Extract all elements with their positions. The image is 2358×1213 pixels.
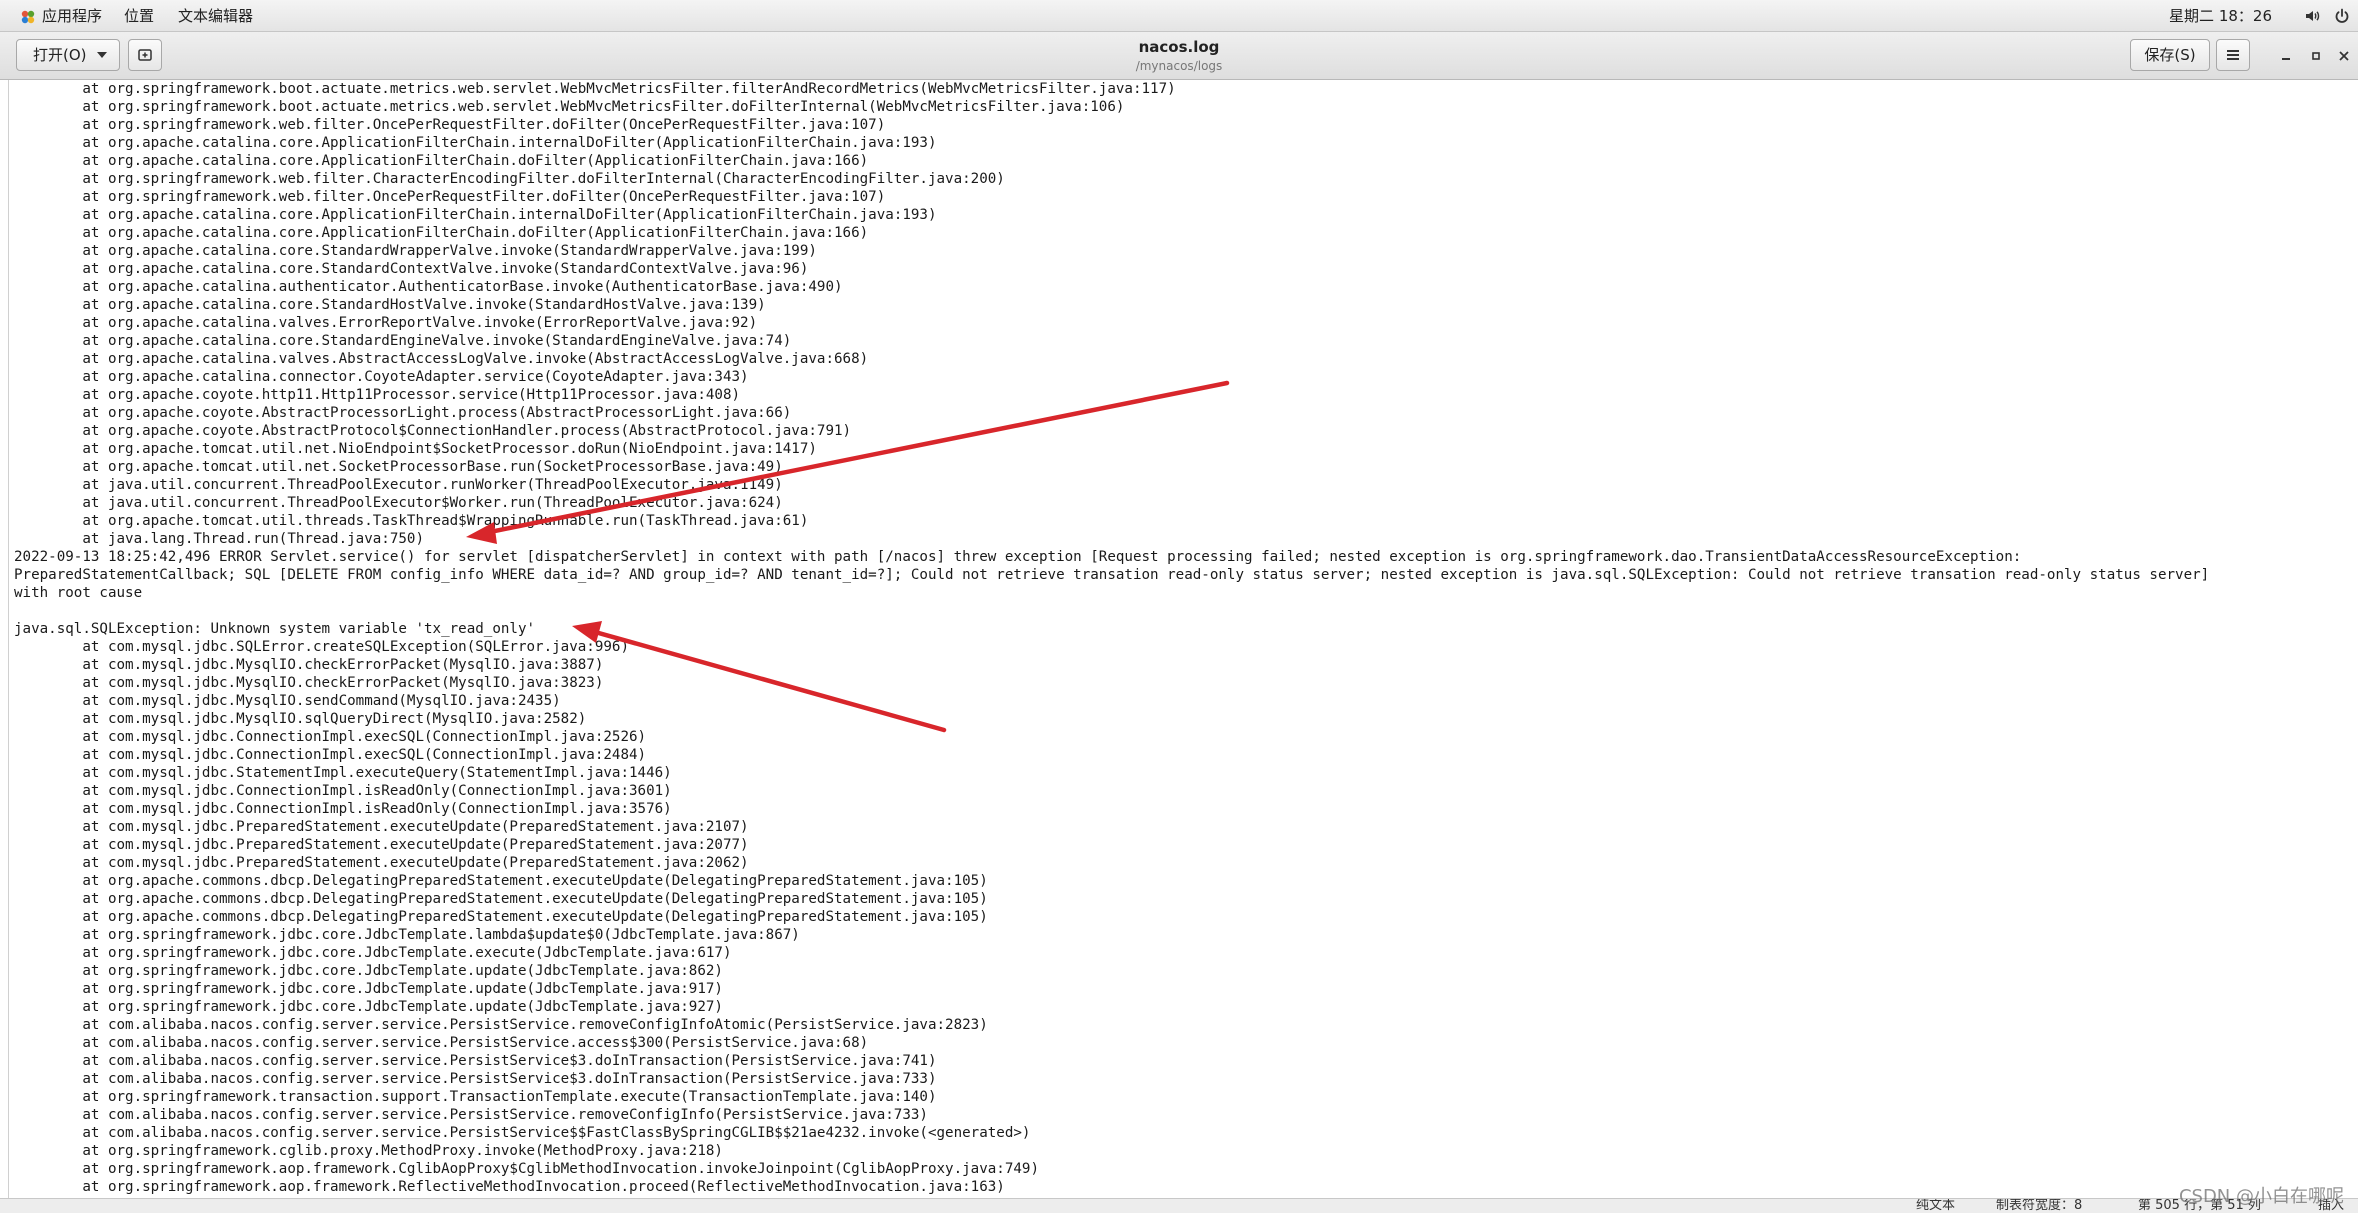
log-line: at org.springframework.cglib.proxy.Metho… xyxy=(14,1143,723,1159)
log-line: at org.springframework.jdbc.core.JdbcTem… xyxy=(14,981,723,997)
save-button[interactable]: 保存(S) xyxy=(2130,39,2210,71)
log-line: at org.apache.coyote.AbstractProcessorLi… xyxy=(14,405,792,421)
log-line: at org.springframework.web.filter.OncePe… xyxy=(14,117,886,133)
log-line: at com.mysql.jdbc.MysqlIO.checkErrorPack… xyxy=(14,675,604,691)
log-line: at org.apache.catalina.valves.ErrorRepor… xyxy=(14,315,758,331)
log-line: at com.mysql.jdbc.SQLError.createSQLExce… xyxy=(14,639,629,655)
log-line: at java.util.concurrent.ThreadPoolExecut… xyxy=(14,495,783,511)
log-line: at org.apache.catalina.authenticator.Aut… xyxy=(14,279,843,295)
log-line: at java.util.concurrent.ThreadPoolExecut… xyxy=(14,477,783,493)
log-line: at org.apache.catalina.core.StandardHost… xyxy=(14,297,766,313)
log-line: with root cause xyxy=(14,585,143,601)
log-line: at org.apache.catalina.core.StandardEngi… xyxy=(14,333,792,349)
log-line: at org.springframework.boot.actuate.metr… xyxy=(14,81,1176,97)
log-line: at org.apache.commons.dbcp.DelegatingPre… xyxy=(14,891,988,907)
log-line: at org.apache.commons.dbcp.DelegatingPre… xyxy=(14,909,988,925)
close-icon[interactable] xyxy=(2334,46,2354,66)
editor-left-border xyxy=(8,80,9,1198)
tab-width-selector[interactable]: 制表符宽度：8 xyxy=(1996,1199,2082,1213)
watermark: CSDN @小白在哪呢 xyxy=(2178,1186,2344,1207)
log-line: at org.springframework.jdbc.core.JdbcTem… xyxy=(14,963,723,979)
log-line: at com.alibaba.nacos.config.server.servi… xyxy=(14,1071,937,1087)
log-line: at org.apache.catalina.core.StandardWrap… xyxy=(14,243,817,259)
log-line: at com.alibaba.nacos.config.server.servi… xyxy=(14,1107,928,1123)
log-line: at org.springframework.boot.actuate.metr… xyxy=(14,99,1125,115)
log-line: at com.alibaba.nacos.config.server.servi… xyxy=(14,1053,937,1069)
log-line: at org.apache.coyote.AbstractProtocol$Co… xyxy=(14,423,852,439)
log-line: at org.springframework.web.filter.Charac… xyxy=(14,171,1005,187)
log-line: at org.apache.coyote.http11.Http11Proces… xyxy=(14,387,741,403)
applications-menu[interactable]: 应用程序 xyxy=(42,6,102,26)
top-panel: 应用程序 位置 文本编辑器 星期二 18：26 xyxy=(0,0,2358,32)
status-bar: 纯文本 制表符宽度：8 第 505 行，第 51 列 插入 xyxy=(0,1198,2358,1213)
log-line: at org.springframework.aop.framework.Cgl… xyxy=(14,1161,1039,1177)
log-line: at org.springframework.aop.framework.Ref… xyxy=(14,1179,1005,1195)
log-line: at org.apache.catalina.valves.AbstractAc… xyxy=(14,351,869,367)
log-line: at org.apache.tomcat.util.net.NioEndpoin… xyxy=(14,441,817,457)
log-line: at com.mysql.jdbc.ConnectionImpl.isReadO… xyxy=(14,783,672,799)
log-line: PreparedStatementCallback; SQL [DELETE F… xyxy=(14,567,2210,583)
log-line: at org.apache.catalina.core.ApplicationF… xyxy=(14,153,869,169)
log-line: at org.springframework.jdbc.core.JdbcTem… xyxy=(14,999,723,1015)
log-line: at com.alibaba.nacos.config.server.servi… xyxy=(14,1035,869,1051)
document-title: nacos.log xyxy=(1138,38,1220,56)
log-line: at com.mysql.jdbc.ConnectionImpl.execSQL… xyxy=(14,729,647,745)
log-line: at org.apache.catalina.connector.CoyoteA… xyxy=(14,369,749,385)
log-line: at org.apache.catalina.core.ApplicationF… xyxy=(14,225,869,241)
log-line: at org.apache.catalina.core.ApplicationF… xyxy=(14,135,937,151)
language-selector[interactable]: 纯文本 xyxy=(1916,1199,1955,1213)
log-line: at org.apache.tomcat.util.net.SocketProc… xyxy=(14,459,783,475)
log-content[interactable]: at org.springframework.boot.actuate.metr… xyxy=(14,80,2209,1196)
log-line: 2022-09-13 18:25:42,496 ERROR Servlet.se… xyxy=(14,549,2022,565)
hamburger-icon xyxy=(2227,50,2239,60)
log-line: at org.apache.catalina.core.ApplicationF… xyxy=(14,207,937,223)
power-icon[interactable] xyxy=(2334,8,2350,24)
log-line: at org.springframework.transaction.suppo… xyxy=(14,1089,937,1105)
log-line: at com.mysql.jdbc.PreparedStatement.exec… xyxy=(14,855,749,871)
maximize-icon[interactable] xyxy=(2306,46,2326,66)
hamburger-menu-button[interactable] xyxy=(2216,39,2250,71)
header-bar: 打开(O) nacos.log /mynacos/logs 保存(S) xyxy=(0,32,2358,80)
log-line: java.sql.SQLException: Unknown system va… xyxy=(14,621,536,637)
log-line: at org.apache.catalina.core.StandardCont… xyxy=(14,261,809,277)
log-line: at org.springframework.jdbc.core.JdbcTem… xyxy=(14,927,800,943)
log-line: at com.mysql.jdbc.PreparedStatement.exec… xyxy=(14,837,749,853)
log-line: at com.alibaba.nacos.config.server.servi… xyxy=(14,1017,988,1033)
log-line: at org.apache.commons.dbcp.DelegatingPre… xyxy=(14,873,988,889)
text-editor-area[interactable]: at org.springframework.boot.actuate.metr… xyxy=(0,80,2358,1198)
log-line: at com.mysql.jdbc.MysqlIO.checkErrorPack… xyxy=(14,657,604,673)
log-line: at com.mysql.jdbc.StatementImpl.executeQ… xyxy=(14,765,672,781)
log-line: at com.alibaba.nacos.config.server.servi… xyxy=(14,1125,1031,1141)
log-line: at com.mysql.jdbc.ConnectionImpl.execSQL… xyxy=(14,747,647,763)
log-line: at com.mysql.jdbc.MysqlIO.sendCommand(My… xyxy=(14,693,561,709)
app-menu[interactable]: 文本编辑器 xyxy=(178,6,253,26)
log-line: at org.apache.tomcat.util.threads.TaskTh… xyxy=(14,513,809,529)
log-line: at com.mysql.jdbc.ConnectionImpl.isReadO… xyxy=(14,801,672,817)
minimize-icon[interactable] xyxy=(2276,46,2296,66)
log-line: at com.mysql.jdbc.MysqlIO.sqlQueryDirect… xyxy=(14,711,587,727)
log-line: at org.springframework.web.filter.OncePe… xyxy=(14,189,886,205)
volume-icon[interactable] xyxy=(2304,8,2320,24)
log-line: at com.mysql.jdbc.PreparedStatement.exec… xyxy=(14,819,749,835)
places-menu[interactable]: 位置 xyxy=(124,6,154,26)
log-line: at java.lang.Thread.run(Thread.java:750) xyxy=(14,531,424,547)
applications-icon xyxy=(21,10,35,24)
document-path: /mynacos/logs xyxy=(1135,59,1223,73)
clock[interactable]: 星期二 18：26 xyxy=(2169,6,2272,26)
log-line: at org.springframework.jdbc.core.JdbcTem… xyxy=(14,945,732,961)
